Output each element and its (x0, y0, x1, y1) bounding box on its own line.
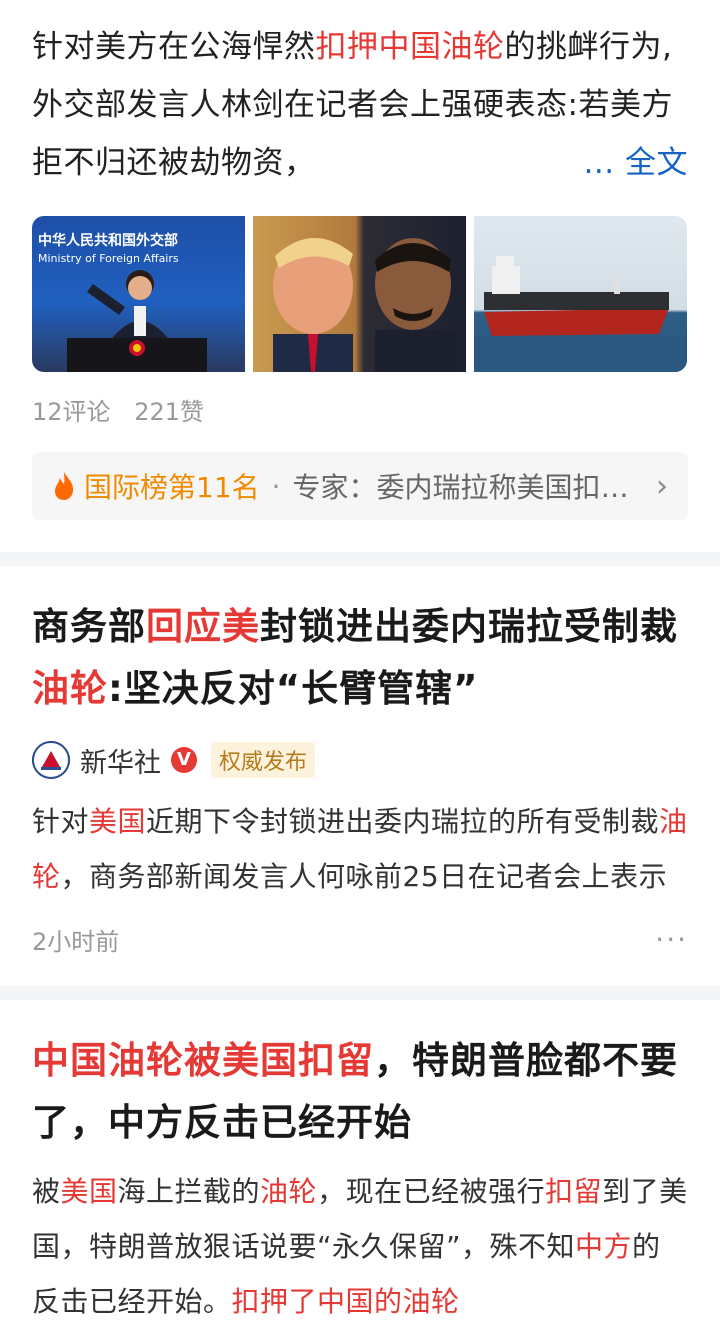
news-meta: 2小时前 ··· (32, 914, 688, 964)
more-options-icon[interactable]: ··· (655, 923, 688, 956)
news-card-2[interactable]: 商务部回应美封锁进出委内瑞拉受制裁油轮:坚决反对“长臂管辖” 新华社 V 权威发… (0, 566, 720, 986)
verified-badge-icon: V (171, 747, 197, 773)
xinhua-logo-icon (32, 741, 70, 779)
speaker-figure (67, 270, 207, 372)
chevron-right-icon: › (656, 468, 668, 504)
news-snippet[interactable]: 针对美国近期下令封锁进出委内瑞拉的所有受制裁油轮，商务部新闻发言人何咏前25日在… (32, 794, 688, 904)
news-source[interactable]: 新华社 V 权威发布 (32, 740, 688, 780)
news-card-3[interactable]: 中国油轮被美国扣留，特朗普脸都不要了，中方反击已经开始 被美国海上拦截的油轮，现… (0, 1000, 720, 1329)
tanker-ship (474, 256, 687, 372)
news-card-1[interactable]: 针对美方在公海悍然扣押中国油轮的挑衅行为,外交部发言人林剑在记者会上强硬表态:若… (0, 0, 720, 552)
read-full-link[interactable]: ... 全文 (584, 145, 688, 181)
publish-time: 2小时前 (32, 927, 120, 956)
news-snippet[interactable]: 被美国海上拦截的油轮，现在已经被强行扣留到了美国，特朗普放狠话说要“永久保留”，… (32, 1164, 688, 1329)
rank-topic: 专家：委内瑞拉称美国扣押油轮 (292, 471, 644, 504)
like-count[interactable]: 221赞 (134, 398, 204, 426)
card-divider (0, 552, 720, 566)
source-name: 新华社 (80, 747, 161, 779)
news-image-press-conference[interactable]: 中华人民共和国外交部 Ministry of Foreign Affairs (32, 216, 245, 372)
news-title[interactable]: 商务部回应美封锁进出委内瑞拉受制裁油轮:坚决反对“长臂管辖” (32, 596, 688, 720)
comment-count[interactable]: 12评论 (32, 398, 111, 426)
news-image-oil-tanker[interactable] (474, 216, 687, 372)
card-divider (0, 986, 720, 1000)
authority-tag: 权威发布 (211, 742, 316, 778)
engagement-stats: 12评论 221赞 (32, 394, 688, 430)
rank-label: 国际榜第11名 (84, 471, 260, 504)
rank-separator: · (271, 469, 281, 503)
hot-rank-bar[interactable]: 国际榜第11名 · 专家：委内瑞拉称美国扣押油轮 › (32, 452, 688, 520)
news-image-row: 中华人民共和国外交部 Ministry of Foreign Affairs (32, 216, 688, 372)
fire-icon (55, 472, 74, 500)
news-image-politicians[interactable] (253, 216, 466, 372)
politicians-figures (273, 237, 455, 372)
news-summary[interactable]: 针对美方在公海悍然扣押中国油轮的挑衅行为,外交部发言人林剑在记者会上强硬表态:若… (32, 18, 688, 192)
news-title[interactable]: 中国油轮被美国扣留，特朗普脸都不要了，中方反击已经开始 (32, 1030, 688, 1154)
